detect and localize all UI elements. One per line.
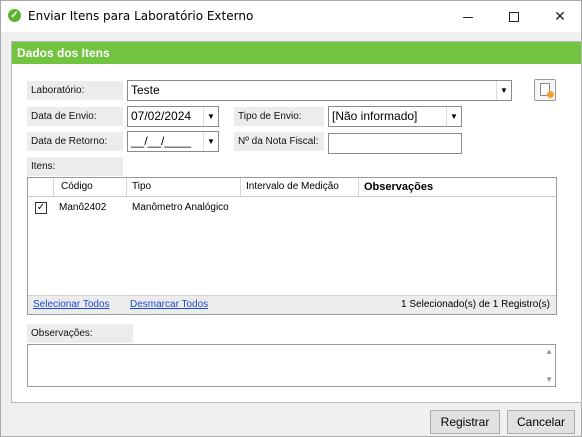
close-icon: ✕ bbox=[554, 8, 566, 24]
check-circle-icon: ✓ bbox=[8, 9, 21, 22]
grid-header: Código Tipo Intervalo de Medição Observa… bbox=[28, 178, 556, 197]
chevron-down-icon[interactable]: ▼ bbox=[203, 132, 218, 151]
itens-label: Itens: bbox=[27, 157, 123, 176]
column-header-codigo[interactable]: Código bbox=[54, 178, 127, 196]
grid-footer: Selecionar Todos Desmarcar Todos 1 Selec… bbox=[28, 295, 556, 314]
nota-fiscal-label: Nº da Nota Fiscal: bbox=[234, 132, 324, 151]
select-all-link[interactable]: Selecionar Todos bbox=[33, 299, 110, 310]
observacoes-label: Observações: bbox=[27, 324, 133, 343]
cell-intervalo bbox=[241, 198, 359, 218]
minimize-button[interactable] bbox=[445, 1, 491, 32]
window-title: Enviar Itens para Laboratório Externo bbox=[28, 9, 254, 23]
registrar-button[interactable]: Registrar bbox=[430, 410, 500, 434]
column-header-observacoes[interactable]: Observações bbox=[359, 178, 556, 196]
dialog-window: ✓ Enviar Itens para Laboratório Externo … bbox=[0, 0, 582, 437]
deselect-all-link[interactable]: Desmarcar Todos bbox=[130, 299, 208, 310]
add-laboratorio-button[interactable] bbox=[534, 79, 556, 101]
data-envio-picker[interactable]: 07/02/2024 ▼ bbox=[127, 106, 219, 127]
chevron-down-icon[interactable]: ▼ bbox=[496, 81, 511, 100]
laboratorio-label: Laboratório: bbox=[27, 81, 123, 100]
items-grid: Código Tipo Intervalo de Medição Observa… bbox=[27, 177, 557, 315]
tipo-envio-value: [Não informado] bbox=[332, 109, 418, 123]
column-header-intervalo[interactable]: Intervalo de Medição bbox=[241, 178, 359, 196]
scroll-down-icon[interactable]: ▼ bbox=[545, 375, 553, 384]
cell-tipo: Manômetro Analógico bbox=[132, 202, 229, 213]
cancelar-button[interactable]: Cancelar bbox=[507, 410, 575, 434]
cell-observacoes bbox=[359, 198, 556, 218]
laboratorio-combo[interactable]: Teste ▼ bbox=[127, 80, 512, 101]
row-checkbox[interactable]: ✓ bbox=[35, 202, 47, 214]
data-retorno-label: Data de Retorno: bbox=[27, 132, 123, 151]
cell-codigo: Manô2402 bbox=[59, 202, 107, 213]
add-badge-icon bbox=[547, 91, 554, 98]
data-retorno-value: __/__/____ bbox=[131, 134, 192, 148]
grid-header-check[interactable] bbox=[28, 178, 54, 196]
observacoes-textarea[interactable]: ▲ ▼ bbox=[27, 344, 556, 387]
chevron-down-icon[interactable]: ▼ bbox=[203, 107, 218, 126]
data-envio-label: Data de Envio: bbox=[27, 107, 123, 126]
selection-status: 1 Selecionado(s) de 1 Registro(s) bbox=[401, 299, 550, 310]
table-row[interactable]: ✓ Manô2402 Manômetro Analógico bbox=[28, 198, 556, 218]
tipo-envio-combo[interactable]: [Não informado] ▼ bbox=[328, 106, 462, 127]
tipo-envio-label: Tipo de Envio: bbox=[234, 107, 324, 126]
nota-fiscal-input[interactable] bbox=[328, 133, 462, 154]
column-header-tipo[interactable]: Tipo bbox=[127, 178, 241, 196]
chevron-down-icon[interactable]: ▼ bbox=[446, 107, 461, 126]
data-retorno-picker[interactable]: __/__/____ ▼ bbox=[127, 131, 219, 152]
items-panel: Dados dos Itens Laboratório: Teste ▼ Dat… bbox=[11, 41, 582, 403]
maximize-button[interactable] bbox=[491, 1, 537, 32]
maximize-icon bbox=[509, 12, 519, 23]
data-envio-value: 07/02/2024 bbox=[131, 109, 192, 123]
panel-header: Dados dos Itens bbox=[12, 42, 581, 64]
laboratorio-value: Teste bbox=[131, 83, 160, 97]
title-bar: ✓ Enviar Itens para Laboratório Externo … bbox=[1, 1, 581, 32]
minimize-icon bbox=[463, 16, 473, 18]
scroll-up-icon[interactable]: ▲ bbox=[545, 347, 553, 356]
close-button[interactable]: ✕ bbox=[537, 1, 582, 32]
